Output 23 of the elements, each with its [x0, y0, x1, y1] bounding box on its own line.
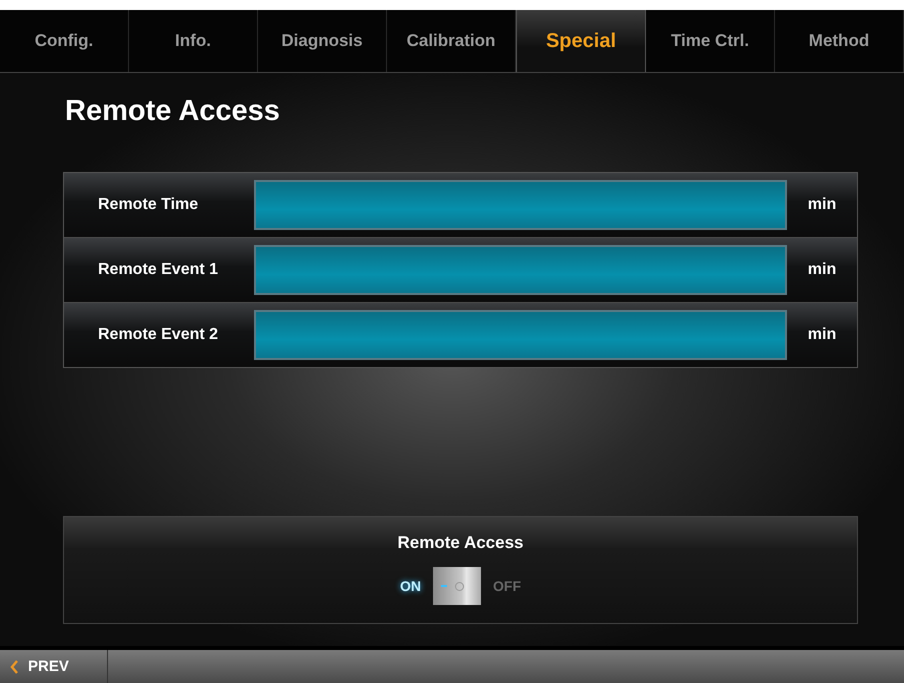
panel-title: Remote Access	[398, 533, 524, 553]
input-field[interactable]	[254, 310, 787, 360]
tab[interactable]: Config.	[0, 10, 129, 72]
tab[interactable]: Time Ctrl.	[646, 10, 775, 72]
unit-label: min	[806, 196, 838, 214]
page-title: Remote Access	[65, 95, 281, 128]
input-field[interactable]	[254, 245, 787, 295]
chevron-left-icon	[10, 660, 18, 674]
prev-button[interactable]: PREV	[0, 650, 108, 683]
field-label: Remote Event 2	[97, 326, 220, 344]
tab[interactable]: Diagnosis	[258, 10, 387, 72]
tab[interactable]: Calibration	[387, 10, 516, 72]
field-label: Remote Event 1	[97, 261, 220, 279]
field-label: Remote Time	[97, 196, 200, 214]
unit-label: min	[806, 326, 838, 344]
tab[interactable]: Info.	[129, 10, 258, 72]
off-label: OFF	[493, 578, 521, 594]
on-label: ON	[400, 578, 421, 594]
toggle-switch[interactable]	[433, 567, 481, 605]
input-field[interactable]	[254, 180, 787, 230]
unit-label: min	[806, 261, 838, 279]
tab[interactable]: Method	[775, 10, 904, 72]
tab[interactable]: Special	[516, 10, 646, 72]
